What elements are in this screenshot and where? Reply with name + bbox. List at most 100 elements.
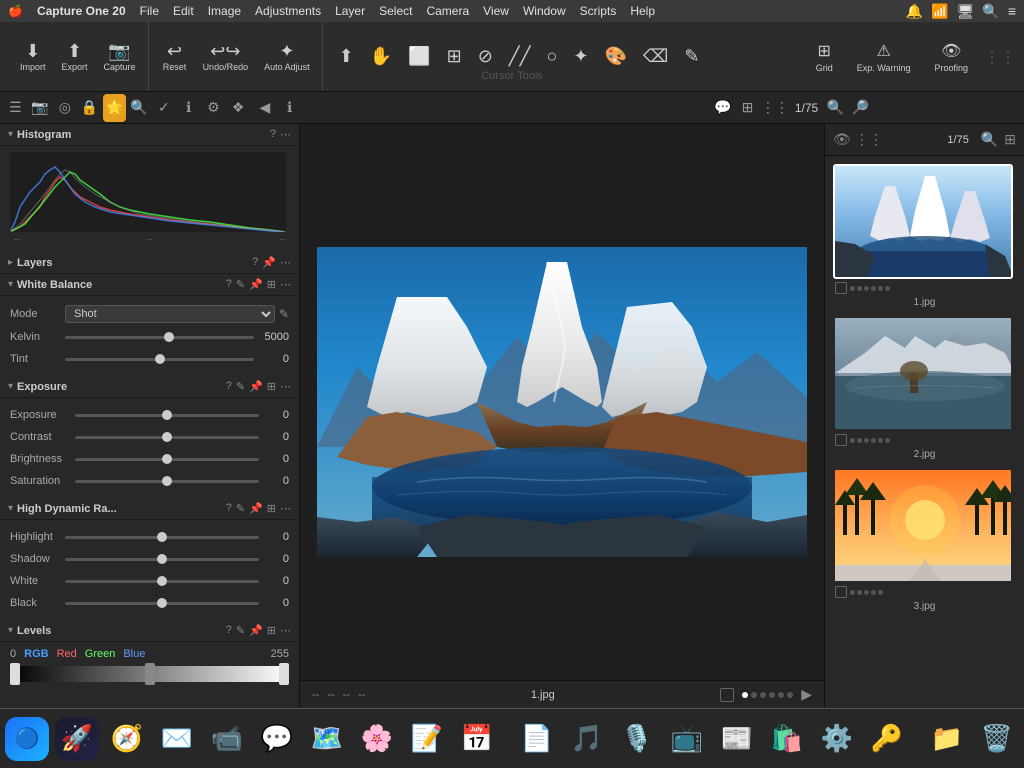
dock-appstore[interactable]: 🛍️ — [765, 717, 809, 761]
wb-section-header[interactable]: ▾ White Balance ? ✎ 📌 ⊞ ⋯ — [0, 274, 299, 296]
dock-notes[interactable]: 📝 — [405, 717, 449, 761]
dock-mail[interactable]: ✉️ — [155, 717, 199, 761]
wb-pin[interactable]: 📌 — [249, 278, 263, 291]
dock-trash[interactable]: 🗑️ — [975, 717, 1019, 761]
exposure-copy[interactable]: ⊞ — [267, 380, 276, 393]
levels-red[interactable]: Red — [57, 648, 77, 660]
viewer-info-button[interactable]: ℹ — [278, 94, 301, 122]
white-slider[interactable] — [65, 573, 259, 589]
layers-pin[interactable]: 📌 — [262, 256, 276, 269]
dock-launchpad[interactable]: 🚀 — [55, 717, 99, 761]
filmstrip-columns-button[interactable]: ⋮⋮ — [855, 131, 883, 148]
dock-calendar[interactable]: 📅 — [455, 717, 499, 761]
tab-details[interactable]: ✓ — [153, 94, 176, 122]
exposure-section-header[interactable]: ▾ Exposure ? ✎ 📌 ⊞ ⋯ — [0, 376, 299, 398]
dock-1password[interactable]: 🔑 — [865, 717, 909, 761]
filmstrip-thumb-3[interactable] — [833, 468, 1013, 583]
select-cursor-button[interactable]: ⬆ — [333, 42, 360, 71]
dock-music[interactable]: 🎵 — [565, 717, 609, 761]
dock-appletv[interactable]: 📺 — [665, 717, 709, 761]
menu-edit[interactable]: Edit — [173, 4, 194, 18]
dock-safari[interactable]: 🧭 — [105, 717, 149, 761]
color-cursor-button[interactable]: 🎨 — [598, 42, 632, 71]
image-viewer[interactable] — [300, 124, 824, 680]
filmstrip-thumb-2[interactable] — [833, 316, 1013, 431]
layers-help[interactable]: ? — [252, 256, 258, 269]
menu-file[interactable]: File — [140, 4, 159, 18]
import-button[interactable]: ⬇ Import — [14, 38, 52, 76]
levels-section-header[interactable]: ▾ Levels ? ✎ 📌 ⊞ ⋯ — [0, 620, 299, 642]
export-button[interactable]: ⬆ Export — [56, 38, 94, 76]
circle-cursor-button[interactable]: ○ — [540, 42, 563, 71]
histogram-section-header[interactable]: ▾ Histogram ? ⋯ — [0, 124, 299, 146]
menu-select[interactable]: Select — [379, 4, 412, 18]
histogram-menu[interactable]: ⋯ — [280, 128, 291, 141]
zoom-fit-button[interactable]: 🔍 — [824, 94, 847, 122]
filmstrip-checkbox-1[interactable] — [835, 282, 847, 294]
exposure-edit[interactable]: ✎ — [236, 380, 245, 393]
tab-lock[interactable]: 🔒 — [78, 94, 101, 122]
caption-forward-button[interactable]: ▶ — [801, 686, 812, 703]
grid-view-button[interactable]: ⊞ Grid — [808, 37, 841, 77]
caption-checkbox[interactable] — [720, 688, 734, 702]
brightness-slider[interactable] — [75, 451, 259, 467]
levels-blue[interactable]: Blue — [123, 648, 145, 660]
layers-menu[interactable]: ⋯ — [280, 256, 291, 269]
exp-warning-button[interactable]: ⚠ Exp. Warning — [849, 37, 919, 77]
filmstrip-scroll[interactable]: ⋮⋮ — [761, 94, 789, 122]
menu-app[interactable]: Capture One 20 — [37, 4, 126, 18]
proofing-button[interactable]: 👁 Proofing — [926, 37, 976, 77]
pan-cursor-button[interactable]: ✋ — [364, 42, 398, 71]
contrast-slider[interactable] — [75, 429, 259, 445]
menu-view[interactable]: View — [483, 4, 509, 18]
crop-cursor-button[interactable]: ⬜ — [402, 42, 436, 71]
menu-adjustments[interactable]: Adjustments — [255, 4, 321, 18]
dock-messages[interactable]: 💬 — [255, 717, 299, 761]
tab-batch[interactable]: ⚙ — [202, 94, 225, 122]
exposure-pin[interactable]: 📌 — [249, 380, 263, 393]
levels-mid-handle[interactable] — [145, 663, 155, 685]
saturation-slider[interactable] — [75, 473, 259, 489]
tint-slider[interactable] — [65, 351, 254, 367]
tab-adjustments[interactable]: 🌟 — [103, 94, 126, 122]
filmstrip-search-button[interactable]: 🔍 — [981, 131, 998, 148]
control-icon[interactable]: ≡ — [1008, 3, 1016, 20]
layers-section-header[interactable]: ▸ Layers ? 📌 ⋯ — [0, 252, 299, 274]
viewer-prev-button[interactable]: ◀ — [254, 94, 277, 122]
dock-maps[interactable]: 🗺️ — [305, 717, 349, 761]
exposure-help[interactable]: ? — [226, 380, 232, 393]
hdr-copy[interactable]: ⊞ — [267, 502, 276, 515]
filmstrip-checkbox-2[interactable] — [835, 434, 847, 446]
tab-library[interactable]: ☰ — [4, 94, 27, 122]
levels-edit[interactable]: ✎ — [236, 624, 245, 637]
filmstrip-checkbox-3[interactable] — [835, 586, 847, 598]
pen-cursor-button[interactable]: ✎ — [678, 42, 705, 71]
hdr-help[interactable]: ? — [226, 502, 232, 515]
undoredo-button[interactable]: ↩↪ Undo/Redo — [197, 38, 255, 76]
tab-lens[interactable]: ◎ — [54, 94, 77, 122]
hdr-edit[interactable]: ✎ — [236, 502, 245, 515]
dock-files[interactable]: 📄 — [515, 717, 559, 761]
tab-color[interactable]: 🔍 — [128, 94, 151, 122]
levels-left-handle[interactable] — [10, 663, 20, 685]
levels-green[interactable]: Green — [85, 648, 116, 660]
filmstrip-eye-button[interactable]: 👁 — [833, 131, 851, 148]
black-slider[interactable] — [65, 595, 259, 611]
spot-cursor-button[interactable]: ✦ — [567, 42, 594, 71]
levels-copy[interactable]: ⊞ — [267, 624, 276, 637]
levels-right-handle[interactable] — [279, 663, 289, 685]
menu-camera[interactable]: Camera — [426, 4, 469, 18]
dock-facetime[interactable]: 📹 — [205, 717, 249, 761]
kelvin-slider[interactable] — [65, 329, 254, 345]
levels-mode[interactable]: RGB — [24, 648, 48, 660]
hdr-section-header[interactable]: ▾ High Dynamic Ra... ? ✎ 📌 ⊞ ⋯ — [0, 498, 299, 520]
capture-button[interactable]: 📷 Capture — [98, 38, 142, 76]
filmstrip-toggle[interactable]: ⊞ — [736, 94, 759, 122]
transform-cursor-button[interactable]: ⊞ — [441, 42, 468, 71]
hdr-menu[interactable]: ⋯ — [280, 502, 291, 515]
tab-metadata[interactable]: ℹ — [177, 94, 200, 122]
menu-help[interactable]: Help — [630, 4, 655, 18]
apple-menu[interactable]: 🍎 — [8, 4, 23, 18]
wb-eyedropper-icon[interactable]: ✎ — [279, 307, 289, 321]
shadow-slider[interactable] — [65, 551, 259, 567]
